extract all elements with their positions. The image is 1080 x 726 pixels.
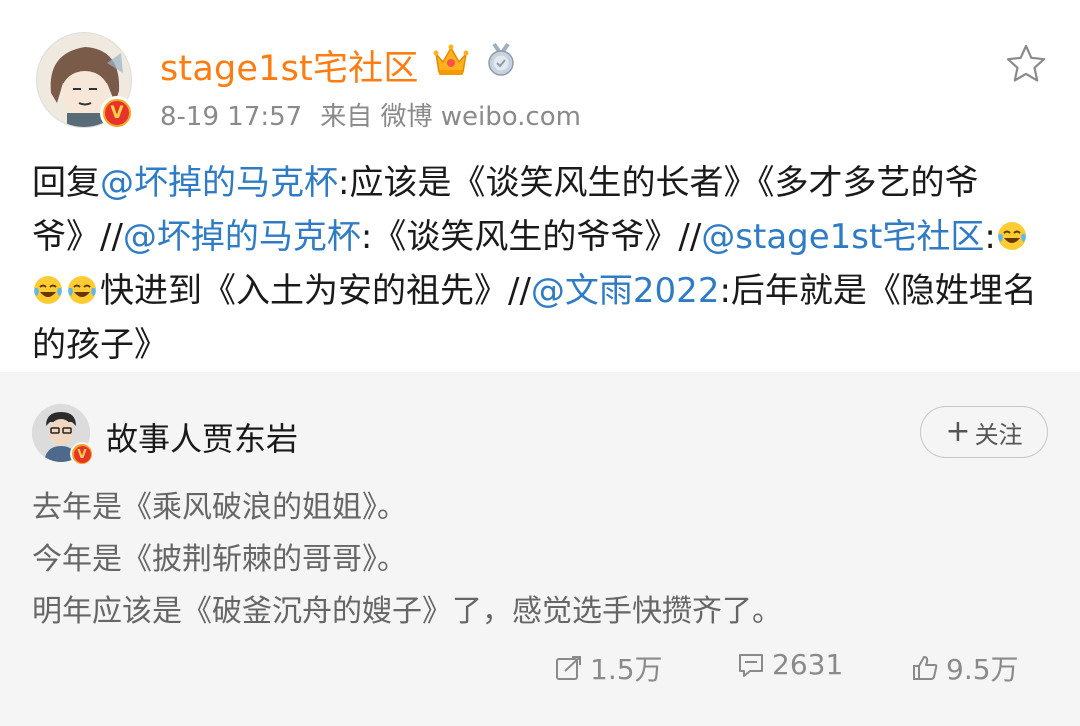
post-text-segment: 快进到《入土为安的祖先》// <box>100 271 531 311</box>
repost-line: 今年是《披荆斩棘的哥哥》。 <box>32 542 407 577</box>
mention-link[interactable]: @stage1st宅社区 <box>701 217 984 257</box>
comment-count: 2631 <box>772 648 844 681</box>
repost-author-name[interactable]: 故事人贾东岩 <box>106 414 298 460</box>
like-button[interactable]: 9.5万 <box>910 648 1019 688</box>
comment-icon <box>739 653 763 677</box>
follow-label: 关注 <box>974 420 1023 449</box>
follow-button[interactable]: + 关注 <box>920 406 1048 458</box>
star-icon[interactable] <box>1004 42 1048 86</box>
repost-line: 去年是《乘风破浪的姐姐》。 <box>32 490 407 525</box>
user-badges <box>432 42 518 78</box>
post-text-segment: : <box>984 217 996 257</box>
thumbs-up-icon <box>913 656 938 680</box>
mention-link[interactable]: @坏掉的马克杯 <box>100 163 338 203</box>
reposted-card[interactable]: V 故事人贾东岩 + 关注 去年是《乘风破浪的姐姐》。 今年是《披荆斩棘的哥哥》… <box>0 372 1080 726</box>
repost-button[interactable]: 1.5万 <box>554 648 663 688</box>
post-text-segment: :《谈笑风生的爷爷》// <box>360 217 702 257</box>
mention-link[interactable]: @坏掉的马克杯 <box>123 217 361 257</box>
laugh-cry-icon <box>34 276 62 304</box>
user-avatar[interactable]: V <box>36 32 134 130</box>
laugh-cry-icon <box>68 276 96 304</box>
repost-count: 1.5万 <box>590 653 663 686</box>
post-content: 回复@坏掉的马克杯:应该是《谈笑风生的长者》《多才多艺的爷爷》//@坏掉的马克杯… <box>32 156 1052 372</box>
crown-icon <box>433 44 469 75</box>
post-time: 8-19 17:57 <box>160 102 303 132</box>
plus-icon: + <box>945 414 971 449</box>
username[interactable]: stage1st宅社区 <box>160 40 419 91</box>
repost-line: 明年应该是《破釜沉舟的嫂子》了，感觉选手快攒齐了。 <box>32 594 782 629</box>
comment-button[interactable]: 2631 <box>736 648 843 681</box>
repost-content: 去年是《乘风破浪的姐姐》。 今年是《披荆斩棘的哥哥》。 明年应该是《破釜沉舟的嫂… <box>32 482 1048 638</box>
action-bar: 1.5万 2631 9.5万 <box>0 648 1080 688</box>
mention-link[interactable]: @文雨2022 <box>531 271 720 311</box>
verified-badge-icon: V <box>100 96 134 130</box>
reply-prefix: 回复 <box>32 163 100 203</box>
repost-author-avatar[interactable]: V <box>32 404 94 466</box>
share-icon <box>556 656 581 680</box>
medal-icon <box>488 42 514 76</box>
laugh-cry-icon <box>997 222 1026 250</box>
like-count: 9.5万 <box>946 653 1019 686</box>
post-meta: 8-19 17:57 来自 微博 weibo.com <box>160 96 581 133</box>
post-source: 来自 微博 weibo.com <box>320 102 581 132</box>
verified-badge-icon: V <box>70 442 94 466</box>
post-header: V stage1st宅社区 8-19 17:57 来自 微博 weibo.com <box>0 0 1080 150</box>
